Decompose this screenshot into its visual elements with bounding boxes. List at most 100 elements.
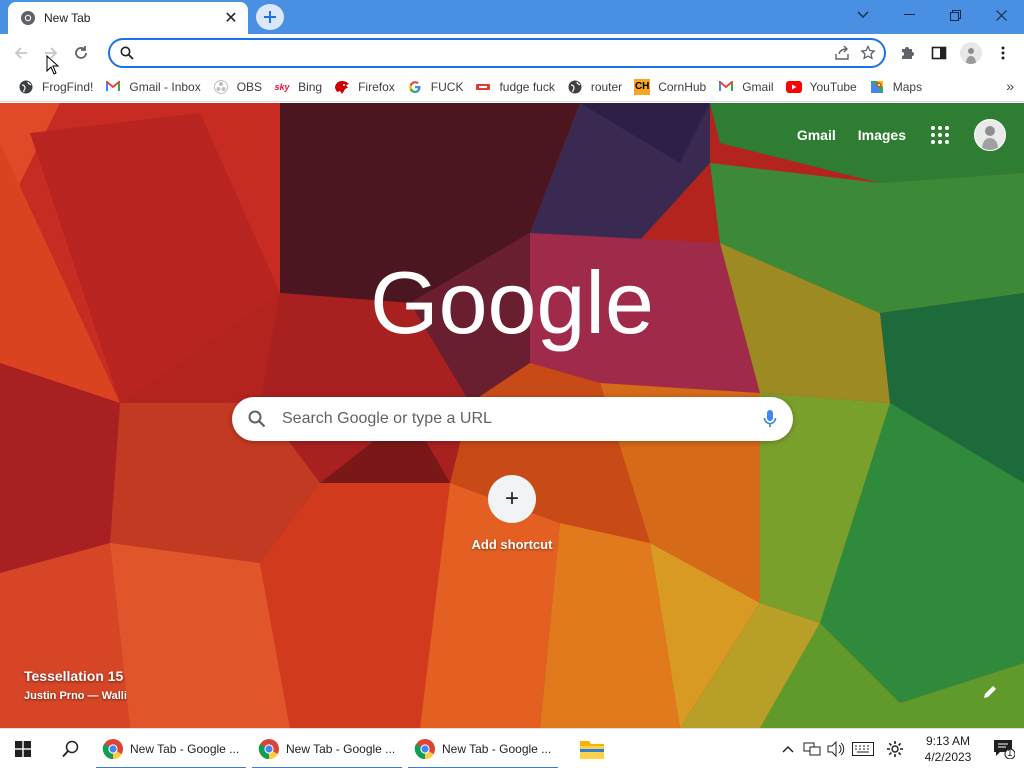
new-tab-page: Gmail Images Google Search Google or typ…	[0, 103, 1024, 728]
browser-toolbar	[0, 34, 1024, 72]
restore-button[interactable]	[932, 0, 978, 30]
settings-button[interactable]	[878, 729, 912, 768]
search-icon	[62, 740, 79, 757]
customize-chrome-button[interactable]	[982, 684, 1002, 704]
images-link[interactable]: Images	[858, 127, 906, 143]
reload-button[interactable]	[66, 38, 96, 68]
red-bar-icon	[475, 79, 491, 95]
globe-icon	[567, 79, 583, 95]
gear-icon	[887, 741, 903, 757]
bookmark-label: fudge fuck	[499, 79, 555, 94]
keyboard-button[interactable]	[848, 729, 878, 768]
bookmark-label: YouTube	[809, 79, 857, 94]
ntp-search-box[interactable]: Search Google or type a URL	[232, 397, 793, 441]
bookmark-maps[interactable]: Maps	[863, 75, 928, 99]
bookmarks-overflow-button[interactable]: »	[1006, 78, 1014, 94]
network-button[interactable]	[800, 729, 824, 768]
clock[interactable]: 9:13 AM 4/2/2023	[912, 733, 984, 765]
volume-icon	[827, 741, 845, 757]
bookmark-youtube[interactable]: YouTube	[780, 75, 863, 99]
obs-icon	[213, 79, 229, 95]
bookmark-label: FrogFind!	[42, 79, 94, 94]
add-shortcut-tile[interactable]: +	[488, 475, 536, 523]
microphone-icon[interactable]	[763, 409, 777, 429]
bookmark-frogfind[interactable]: FrogFind!	[12, 75, 99, 99]
taskbar-app-chrome-2[interactable]: New Tab - Google ...	[252, 729, 402, 768]
clock-date: 4/2/2023	[924, 750, 972, 764]
bookmark-bing[interactable]: sky Bing	[268, 75, 328, 99]
menu-button[interactable]	[988, 38, 1018, 68]
tab-search-button[interactable]	[840, 0, 886, 30]
chrome-color-icon	[258, 738, 279, 759]
search-icon	[248, 410, 266, 428]
attribution-author: Justin Prno — Walli	[24, 690, 127, 702]
start-button[interactable]	[0, 729, 46, 768]
address-bar[interactable]	[108, 38, 886, 68]
bookmark-obs[interactable]: OBS	[207, 75, 268, 99]
mouse-cursor-icon	[46, 55, 60, 75]
volume-button[interactable]	[824, 729, 848, 768]
bookmark-label: Bing	[298, 79, 323, 94]
taskbar-search-button[interactable]	[46, 729, 96, 768]
bookmark-router[interactable]: router	[561, 75, 628, 99]
reload-icon	[75, 46, 87, 59]
bookmark-fudge-fuck[interactable]: fudge fuck	[469, 75, 560, 99]
user-icon	[982, 126, 998, 150]
windows-logo-icon	[15, 740, 31, 757]
share-icon[interactable]	[834, 45, 850, 61]
chevron-down-icon	[857, 11, 869, 18]
ch-icon: CH	[634, 78, 651, 95]
extensions-button[interactable]	[892, 38, 922, 68]
bookmark-star-icon[interactable]	[860, 45, 876, 61]
address-input[interactable]	[142, 45, 834, 61]
clock-time: 9:13 AM	[925, 734, 971, 748]
bookmark-fuck[interactable]: FUCK	[401, 75, 470, 99]
bookmark-firefox[interactable]: Firefox	[328, 75, 401, 99]
tab-strip: New Tab ✕	[0, 0, 1024, 34]
minimize-button[interactable]	[886, 0, 932, 30]
attribution-title: Tessellation 15	[24, 668, 124, 684]
side-panel-button[interactable]	[924, 38, 954, 68]
gmail-link[interactable]: Gmail	[797, 127, 836, 143]
bookmark-gmail-inbox[interactable]: Gmail - Inbox	[99, 75, 206, 99]
globe-icon	[18, 79, 34, 95]
chrome-color-icon	[414, 738, 435, 759]
chevron-up-icon	[782, 746, 794, 753]
folder-icon	[580, 740, 604, 759]
gmail-icon	[718, 79, 734, 95]
taskbar-app-chrome-1[interactable]: New Tab - Google ...	[96, 729, 246, 768]
google-apps-icon[interactable]	[928, 123, 952, 147]
gmail-icon	[105, 79, 121, 95]
taskbar-app-chrome-3[interactable]: New Tab - Google ...	[408, 729, 558, 768]
show-hidden-icons-button[interactable]	[776, 729, 800, 768]
restore-icon	[949, 9, 961, 21]
side-panel-icon	[931, 46, 947, 60]
chrome-icon	[20, 10, 36, 26]
bookmark-gmail[interactable]: Gmail	[712, 75, 779, 99]
tab-new-tab[interactable]: New Tab ✕	[8, 2, 248, 34]
bookmark-label: FUCK	[430, 79, 464, 94]
notifications-button[interactable]: 1	[984, 729, 1024, 768]
pencil-icon	[984, 686, 996, 698]
add-shortcut-button[interactable]: + Add shortcut	[462, 475, 562, 552]
svg-text:Google: Google	[372, 253, 652, 352]
keyboard-icon	[852, 742, 874, 756]
bookmark-label: router	[590, 79, 623, 94]
account-avatar[interactable]	[974, 119, 1006, 151]
network-icon	[803, 742, 821, 756]
tab-close-icon[interactable]: ✕	[222, 9, 240, 27]
taskbar-file-explorer[interactable]	[572, 729, 612, 768]
ntp-header: Gmail Images	[797, 119, 1006, 151]
bookmark-cornhub[interactable]: CH CornHub	[628, 75, 712, 99]
new-tab-button[interactable]	[256, 4, 284, 30]
search-placeholder: Search Google or type a URL	[282, 410, 492, 427]
bookmark-label: Gmail - Inbox	[129, 79, 201, 94]
close-window-button[interactable]	[978, 0, 1024, 30]
background-attribution[interactable]: Tessellation 15 Justin Prno — Walli	[24, 668, 127, 702]
back-button[interactable]	[6, 38, 36, 68]
youtube-icon	[785, 79, 802, 95]
maps-icon	[869, 79, 885, 95]
profile-button[interactable]	[956, 38, 986, 68]
system-tray: 9:13 AM 4/2/2023 1	[776, 729, 1024, 768]
windows-taskbar: New Tab - Google ... New Tab - Google ..…	[0, 728, 1024, 768]
